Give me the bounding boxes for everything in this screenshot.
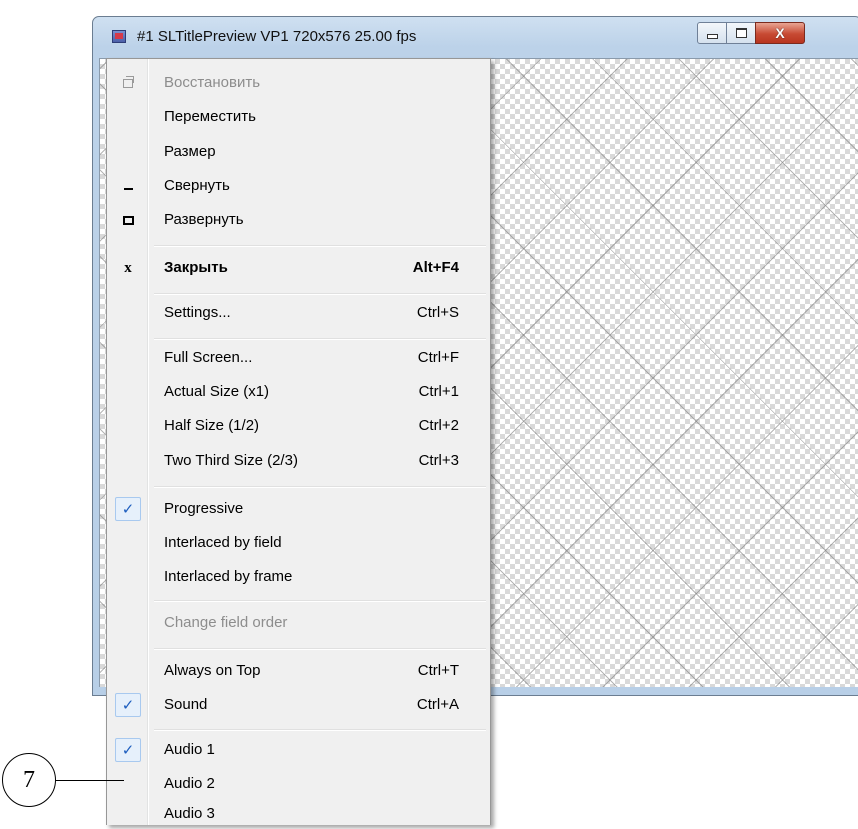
menu-item-label: Audio 3 xyxy=(164,805,215,822)
menu-item-label: Change field order xyxy=(164,614,288,631)
menu-item-label: Закрыть xyxy=(164,259,228,276)
menu-item-label: Interlaced by field xyxy=(164,534,282,551)
minimize-button[interactable] xyxy=(697,22,727,44)
minimize-icon xyxy=(706,33,718,39)
menu-item-label: Always on Top xyxy=(164,662,261,679)
menu-item-progressive[interactable]: ✓ Progressive xyxy=(109,494,488,524)
menu-separator xyxy=(154,486,486,488)
menu-item-sound[interactable]: ✓ Sound Ctrl+A xyxy=(109,690,488,720)
menu-item-close[interactable]: x Закрыть Alt+F4 xyxy=(109,253,488,283)
menu-separator xyxy=(154,600,486,602)
menu-item-label: Full Screen... xyxy=(164,349,253,366)
close-icon: x xyxy=(124,259,132,276)
menu-item-maximize[interactable]: Развернуть xyxy=(109,205,488,235)
menu-item-label: Восстановить xyxy=(164,74,261,91)
menu-item-label: Actual Size (x1) xyxy=(164,383,270,400)
callout-marker: 7 xyxy=(2,753,56,807)
menu-item-label: Переместить xyxy=(164,108,256,125)
window-title: #1 SLTitlePreview VP1 720x576 25.00 fps xyxy=(137,28,417,45)
title-bar[interactable]: #1 SLTitlePreview VP1 720x576 25.00 fps … xyxy=(93,17,858,57)
menu-item-label: Settings... xyxy=(164,304,231,321)
menu-item-label: Свернуть xyxy=(164,177,230,194)
menu-item-audio-1[interactable]: ✓ Audio 1 xyxy=(109,735,488,765)
menu-separator xyxy=(154,293,486,295)
menu-item-shortcut: Ctrl+2 xyxy=(418,417,459,434)
menu-separator xyxy=(154,648,486,650)
menu-item-actual-size[interactable]: Actual Size (x1) Ctrl+1 xyxy=(109,377,488,407)
menu-item-full-screen[interactable]: Full Screen... Ctrl+F xyxy=(109,343,488,373)
menu-item-settings[interactable]: Settings... Ctrl+S xyxy=(109,298,488,328)
menu-separator xyxy=(154,338,486,340)
menu-item-change-field-order: Change field order xyxy=(109,608,488,638)
menu-separator xyxy=(154,729,486,731)
menu-item-always-on-top[interactable]: Always on Top Ctrl+T xyxy=(109,656,488,686)
close-button[interactable]: X xyxy=(755,22,805,44)
menu-item-restore: Восстановить xyxy=(109,68,488,98)
checkmark-icon: ✓ xyxy=(115,738,141,762)
callout-leader-line xyxy=(56,780,124,781)
menu-item-two-third-size[interactable]: Two Third Size (2/3) Ctrl+3 xyxy=(109,446,488,476)
menu-item-shortcut: Ctrl+3 xyxy=(418,452,459,469)
maximize-button[interactable] xyxy=(726,22,756,44)
minimize-icon xyxy=(115,174,141,198)
menu-item-label: Interlaced by frame xyxy=(164,568,293,585)
menu-item-label: Audio 2 xyxy=(164,775,215,792)
menu-item-move[interactable]: Переместить xyxy=(109,102,488,132)
menu-item-interlaced-frame[interactable]: Interlaced by frame xyxy=(109,562,488,592)
menu-item-shortcut: Ctrl+A xyxy=(416,696,459,713)
menu-item-label: Развернуть xyxy=(164,211,244,228)
menu-item-half-size[interactable]: Half Size (1/2) Ctrl+2 xyxy=(109,411,488,441)
close-icon: X xyxy=(775,25,785,41)
menu-item-shortcut: Ctrl+T xyxy=(417,662,459,679)
menu-item-shortcut: Alt+F4 xyxy=(412,259,459,276)
menu-item-interlaced-field[interactable]: Interlaced by field xyxy=(109,528,488,558)
menu-item-shortcut: Ctrl+F xyxy=(417,349,459,366)
menu-item-size[interactable]: Размер xyxy=(109,137,488,167)
menu-item-label: Half Size (1/2) xyxy=(164,417,260,434)
system-menu: Восстановить Переместить Размер Свернуть… xyxy=(106,58,491,825)
menu-item-shortcut: Ctrl+S xyxy=(416,304,459,321)
menu-item-label: Sound xyxy=(164,696,208,713)
menu-item-label: Размер xyxy=(164,143,216,160)
menu-item-audio-2[interactable]: Audio 2 xyxy=(109,769,488,799)
menu-item-label: Progressive xyxy=(164,500,244,517)
menu-item-label: Two Third Size (2/3) xyxy=(164,452,298,469)
app-icon[interactable] xyxy=(112,30,126,43)
menu-separator xyxy=(154,245,486,247)
maximize-icon xyxy=(115,208,141,232)
menu-item-minimize[interactable]: Свернуть xyxy=(109,171,488,201)
maximize-icon xyxy=(735,28,747,38)
menu-item-label: Audio 1 xyxy=(164,741,215,758)
menu-item-shortcut: Ctrl+1 xyxy=(418,383,459,400)
checkmark-icon: ✓ xyxy=(115,693,141,717)
restore-icon xyxy=(115,71,141,95)
checkmark-icon: ✓ xyxy=(115,497,141,521)
